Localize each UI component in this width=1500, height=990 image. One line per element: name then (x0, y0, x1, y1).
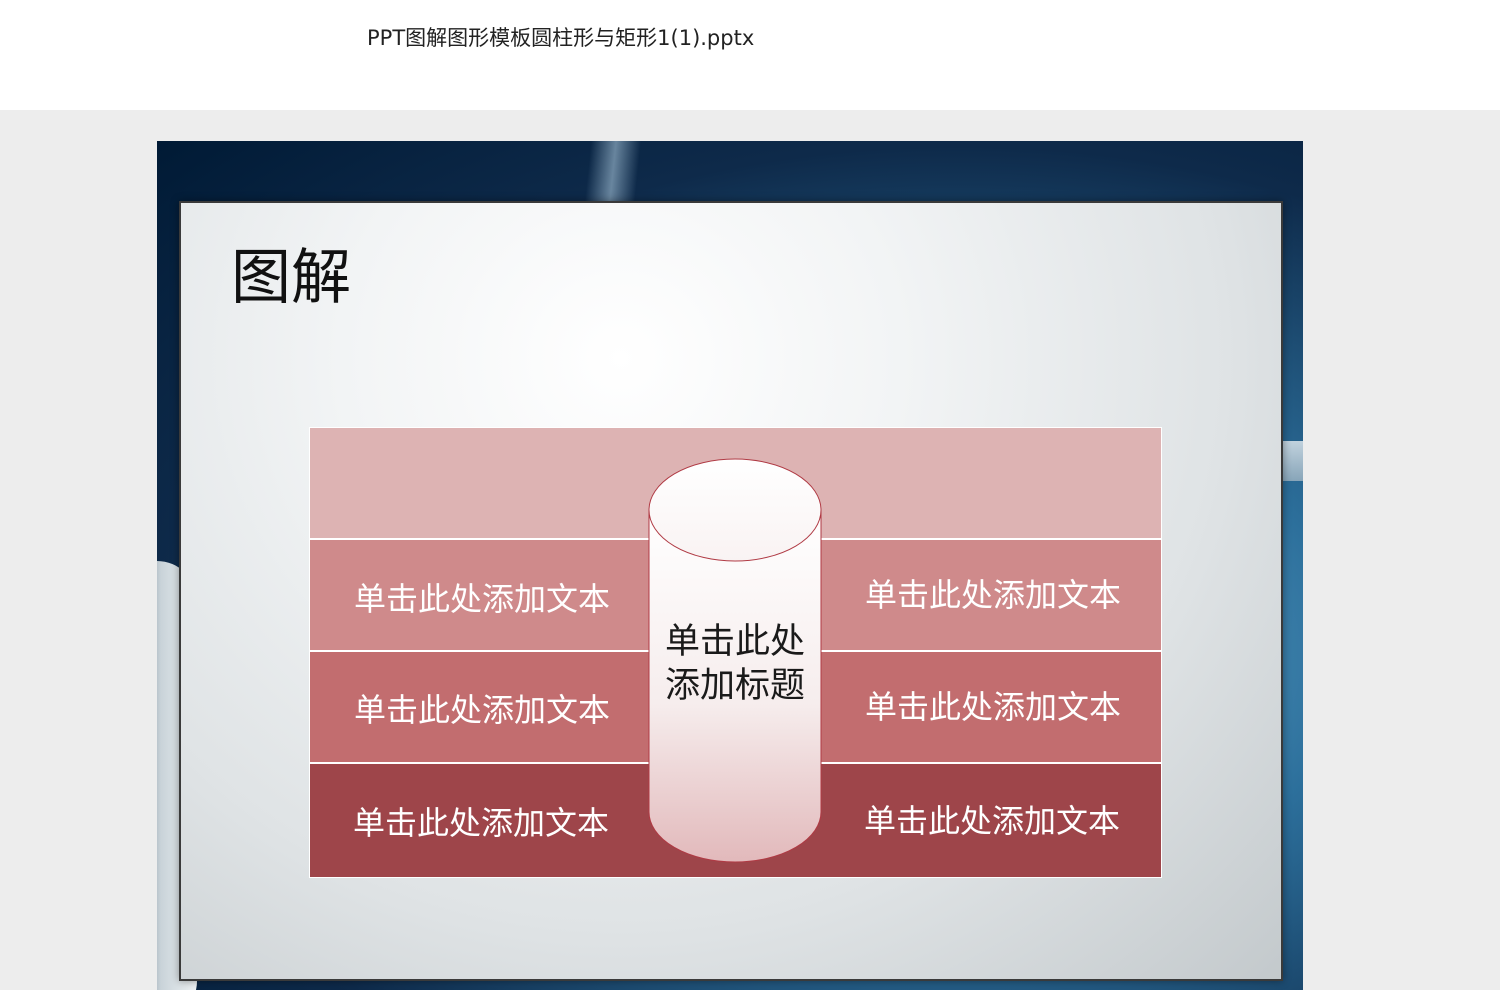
viewer-header: PPT图解图形模板圆柱形与矩形1(1).pptx (0, 0, 1500, 110)
row-3-right-text[interactable]: 单击此处添加文本 (842, 796, 1142, 842)
cylinder-title-line-1: 单击此处 (664, 622, 805, 662)
cylinder-shape[interactable]: 单击此处 添加标题 (648, 458, 822, 864)
row-3-left-text[interactable]: 单击此处添加文本 (331, 798, 631, 844)
slide-content-panel: 图解 单击此处添加文本 单击此处添加文本 单击此处添加文本 单击此处添加文本 单… (179, 201, 1283, 981)
slide-viewer[interactable]: 图解 单击此处添加文本 单击此处添加文本 单击此处添加文本 单击此处添加文本 单… (0, 110, 1500, 990)
slide[interactable]: 图解 单击此处添加文本 单击此处添加文本 单击此处添加文本 单击此处添加文本 单… (157, 141, 1303, 990)
cylinder-title[interactable]: 单击此处 添加标题 (648, 620, 822, 708)
file-title: PPT图解图形模板圆柱形与矩形1(1).pptx (367, 26, 755, 50)
diagram: 单击此处添加文本 单击此处添加文本 单击此处添加文本 单击此处添加文本 单击此处… (309, 427, 1162, 878)
cylinder-title-line-2: 添加标题 (664, 666, 805, 706)
row-2-left-text[interactable]: 单击此处添加文本 (332, 685, 632, 731)
slide-title[interactable]: 图解 (231, 229, 351, 316)
row-2-right-text[interactable]: 单击此处添加文本 (843, 682, 1143, 728)
row-1-right-text[interactable]: 单击此处添加文本 (843, 570, 1143, 616)
row-1-left-text[interactable]: 单击此处添加文本 (332, 574, 632, 620)
